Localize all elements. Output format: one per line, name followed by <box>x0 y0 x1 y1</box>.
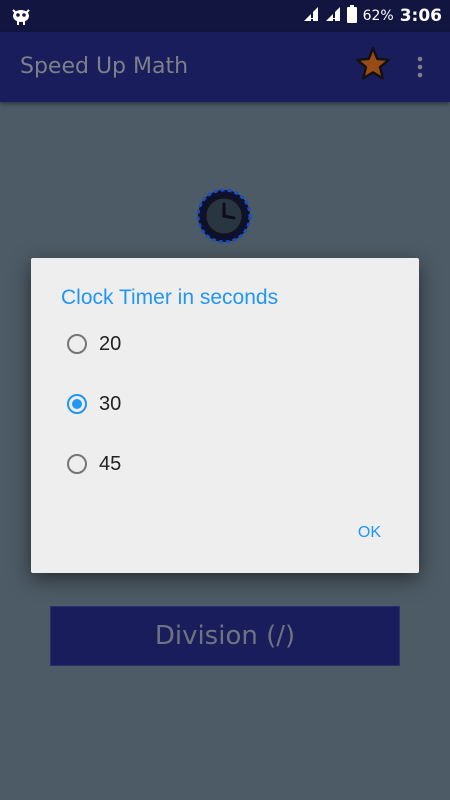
timer-dialog: Clock Timer in seconds 20 30 45 OK <box>31 258 419 573</box>
app-title: Speed Up Math <box>20 54 189 79</box>
division-button[interactable]: Division (/) <box>50 606 400 666</box>
radio-button[interactable] <box>67 334 87 354</box>
star-icon[interactable] <box>355 46 395 86</box>
radio-button-selected[interactable] <box>67 394 87 414</box>
option-label: 20 <box>99 332 122 355</box>
option-label: 45 <box>99 452 122 475</box>
wifi-icon <box>303 6 319 26</box>
status-time: 3:06 <box>399 6 442 26</box>
dialog-title: Clock Timer in seconds <box>61 286 279 309</box>
option-30[interactable]: 30 <box>67 384 121 424</box>
radio-button[interactable] <box>67 454 87 474</box>
status-bar: 62% 3:06 <box>0 0 450 32</box>
overflow-menu-icon[interactable] <box>410 52 430 82</box>
signal-icon <box>325 6 341 26</box>
option-20[interactable]: 20 <box>67 324 121 364</box>
option-label: 30 <box>99 392 122 415</box>
clock-timer-icon[interactable] <box>196 188 252 244</box>
app-bar: Speed Up Math <box>0 32 450 102</box>
ok-button[interactable]: OK <box>352 520 387 546</box>
option-45[interactable]: 45 <box>67 444 121 484</box>
battery-icon <box>346 5 357 27</box>
android-debug-icon <box>10 6 32 30</box>
battery-percent: 62% <box>362 8 394 24</box>
